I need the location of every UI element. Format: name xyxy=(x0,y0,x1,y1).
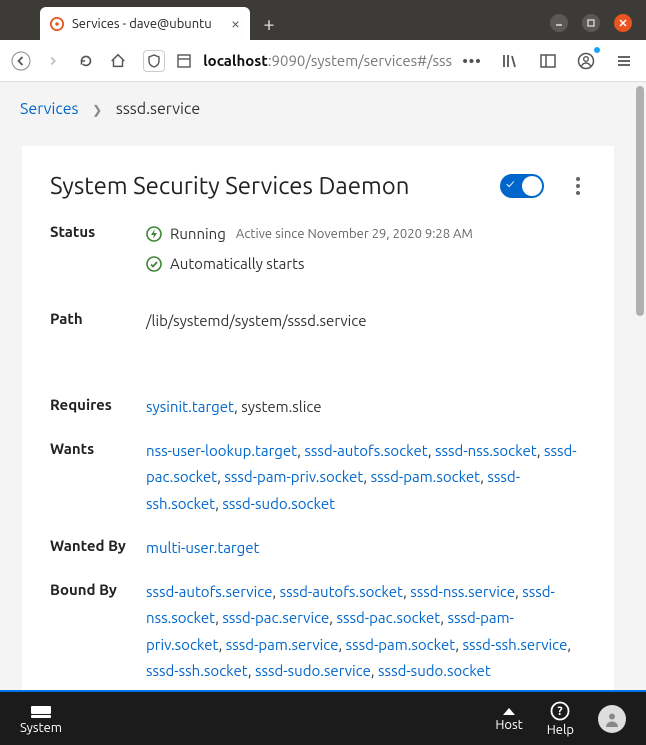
user-icon xyxy=(603,710,621,728)
breadcrumb-root[interactable]: Services xyxy=(20,100,79,118)
chevron-right-icon: ❯ xyxy=(92,104,102,117)
unit-link[interactable]: sssd-autofs.service xyxy=(146,583,272,600)
breadcrumb-current: sssd.service xyxy=(116,100,200,118)
wantedby-label: Wanted By xyxy=(50,535,146,554)
breadcrumb: Services ❯ sssd.service xyxy=(0,82,634,128)
separator: , xyxy=(219,636,226,653)
tab-title: Services - dave@ubuntu xyxy=(72,17,223,31)
cockpit-bottom-bar: System Host ? Help xyxy=(0,690,646,745)
home-button[interactable] xyxy=(107,49,129,73)
caret-up-icon xyxy=(502,706,516,716)
separator: , xyxy=(428,442,435,459)
running-text: Running xyxy=(170,221,226,247)
unit-link[interactable]: sssd-pac.service xyxy=(222,609,329,626)
boundby-list: sssd-autofs.service, sssd-autofs.socket,… xyxy=(146,579,586,684)
svg-text:?: ? xyxy=(558,705,563,718)
path-value: /lib/systemd/system/sssd.service xyxy=(146,312,367,329)
separator: , xyxy=(537,442,544,459)
separator: , xyxy=(363,468,370,485)
help-nav-button[interactable]: ? Help xyxy=(547,701,574,737)
shield-icon[interactable] xyxy=(143,50,165,72)
scrollbar[interactable] xyxy=(636,86,644,316)
account-icon[interactable] xyxy=(574,49,598,73)
service-card: System Security Services Daemon ✓ Status… xyxy=(22,146,614,690)
unit-link[interactable]: sssd-pam.service xyxy=(226,636,339,653)
system-nav-button[interactable]: System xyxy=(20,703,62,735)
unit-link[interactable]: sssd-autofs.socket xyxy=(304,442,427,459)
unit-link[interactable]: multi-user.target xyxy=(146,539,259,556)
requires-label: Requires xyxy=(50,394,146,413)
page-title: System Security Services Daemon xyxy=(50,172,409,199)
hamburger-menu-icon[interactable] xyxy=(612,49,636,73)
separator: , xyxy=(339,636,346,653)
unit-link[interactable]: sssd-ssh.socket xyxy=(146,662,248,679)
active-since-text: Active since November 29, 2020 9:28 AM xyxy=(236,223,473,246)
window-titlebar: Services - dave@ubuntu × + xyxy=(0,0,646,40)
kebab-menu-button[interactable] xyxy=(570,177,586,195)
unit-link[interactable]: sssd-sudo.socket xyxy=(222,495,335,512)
browser-toolbar: localhost:9090/system/services#/sss ••• xyxy=(0,40,646,82)
unit-link[interactable]: sssd-pam.socket xyxy=(371,468,481,485)
url-bar[interactable]: localhost:9090/system/services#/sss xyxy=(203,52,452,69)
unit-link[interactable]: sssd-sudo.service xyxy=(255,662,371,679)
requires-list: sysinit.target, system.slice xyxy=(146,394,586,420)
separator: , xyxy=(248,662,255,679)
back-button[interactable] xyxy=(10,49,32,73)
tab-close-icon[interactable]: × xyxy=(231,15,240,33)
unit-link: system.slice xyxy=(241,398,321,415)
reload-button[interactable] xyxy=(75,49,97,73)
cockpit-favicon-icon xyxy=(50,17,64,31)
unit-link[interactable]: sssd-nss.socket xyxy=(435,442,537,459)
boundby-label: Bound By xyxy=(50,579,146,598)
page-content: Services ❯ sssd.service System Security … xyxy=(0,82,646,690)
unit-link[interactable]: sssd-pam-priv.socket xyxy=(224,468,363,485)
user-avatar-button[interactable] xyxy=(598,705,626,733)
unit-link[interactable]: sssd-ssh.service xyxy=(462,636,567,653)
unit-link[interactable]: nss-user-lookup.target xyxy=(146,442,297,459)
wantedby-list: multi-user.target xyxy=(146,535,586,561)
page-actions-icon[interactable]: ••• xyxy=(460,49,484,73)
running-bolt-icon xyxy=(146,226,162,242)
help-icon: ? xyxy=(550,701,570,721)
library-icon[interactable] xyxy=(498,49,522,73)
unit-link[interactable]: sssd-autofs.socket xyxy=(280,583,403,600)
unit-link[interactable]: sssd-pac.socket xyxy=(336,609,440,626)
wants-label: Wants xyxy=(50,438,146,457)
host-nav-button[interactable]: Host xyxy=(495,706,522,732)
unit-link[interactable]: sssd-pam.socket xyxy=(346,636,456,653)
separator: , xyxy=(567,636,571,653)
browser-tab[interactable]: Services - dave@ubuntu × xyxy=(40,7,250,41)
unit-link[interactable]: sssd-sudo.socket xyxy=(378,662,491,679)
sidebar-icon[interactable] xyxy=(536,49,560,73)
autostart-text: Automatically starts xyxy=(170,251,304,277)
check-icon: ✓ xyxy=(506,178,514,191)
new-tab-button[interactable]: + xyxy=(256,10,282,36)
window-minimize-button[interactable] xyxy=(550,14,568,32)
wants-list: nss-user-lookup.target, sssd-autofs.sock… xyxy=(146,438,586,517)
autostart-check-icon xyxy=(146,256,162,272)
toggle-knob xyxy=(522,176,542,196)
path-label: Path xyxy=(50,308,146,327)
window-maximize-button[interactable] xyxy=(582,14,600,32)
separator: , xyxy=(371,662,378,679)
server-icon xyxy=(30,703,52,719)
window-close-button[interactable] xyxy=(614,14,632,32)
page-info-icon[interactable] xyxy=(173,50,195,72)
status-label: Status xyxy=(50,221,146,240)
unit-link[interactable]: sssd-nss.service xyxy=(410,583,515,600)
separator: , xyxy=(272,583,279,600)
forward-button[interactable] xyxy=(42,49,64,73)
service-toggle[interactable]: ✓ xyxy=(500,174,544,198)
unit-link[interactable]: sysinit.target xyxy=(146,398,234,415)
